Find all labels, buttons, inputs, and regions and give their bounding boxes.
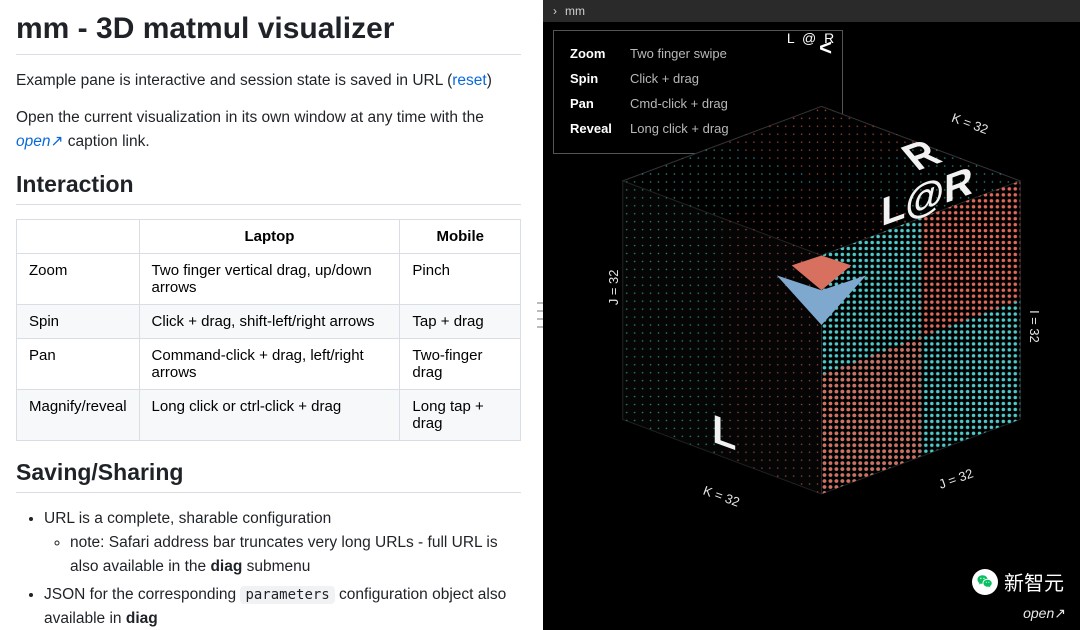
list-item: JSON for the corresponding parameters co… <box>44 583 521 630</box>
visualizer-pane[interactable]: › mm L @ R < ZoomTwo finger swipe SpinCl… <box>543 0 1080 630</box>
doc-pane: mm - 3D matmul visualizer Example pane i… <box>0 0 537 630</box>
watermark: 新智元 <box>972 567 1064 596</box>
table-head-mobile: Mobile <box>400 219 521 253</box>
external-arrow-icon: ↗ <box>1054 605 1066 621</box>
reset-link[interactable]: reset <box>452 72 486 89</box>
table-row: Spin Click + drag, shift-left/right arro… <box>17 304 521 338</box>
list-item: note: Safari address bar truncates very … <box>70 531 521 579</box>
saving-list: URL is a complete, sharable configuratio… <box>16 507 521 630</box>
wechat-icon <box>972 569 998 595</box>
page-title: mm - 3D matmul visualizer <box>16 12 521 55</box>
table-head-laptop: Laptop <box>139 219 400 253</box>
dim-label: I = 32 <box>1027 310 1042 343</box>
section-saving: Saving/Sharing <box>16 459 521 493</box>
section-interaction: Interaction <box>16 171 521 205</box>
dim-label: K = 32 <box>701 483 742 510</box>
table-head-blank <box>17 219 140 253</box>
interaction-table: Laptop Mobile Zoom Two finger vertical d… <box>16 219 521 441</box>
external-arrow-icon: ↗ <box>50 133 63 150</box>
dim-label: K = 32 <box>950 110 991 137</box>
hud-collapse-icon[interactable]: < <box>819 35 832 61</box>
table-row: Pan Command-click + drag, left/right arr… <box>17 338 521 389</box>
cube-visualization[interactable]: R L L@R K = 32 J = 32 K = 32 <box>583 60 1060 590</box>
dim-label: J = 32 <box>937 466 976 492</box>
breadcrumb-item[interactable]: mm <box>565 4 585 18</box>
open-link[interactable]: open↗ <box>16 133 63 150</box>
open-link-right[interactable]: open↗ <box>1023 605 1066 622</box>
chevron-right-icon: › <box>553 4 557 18</box>
intro-line-1: Example pane is interactive and session … <box>16 69 521 92</box>
table-row: Magnify/reveal Long click or ctrl-click … <box>17 389 521 440</box>
face-label-l: L <box>712 406 736 459</box>
list-item: URL is a complete, sharable configuratio… <box>44 507 521 579</box>
intro-line-2: Open the current visualization in its ow… <box>16 106 521 153</box>
code-parameters: parameters <box>240 586 334 604</box>
breadcrumb: › mm <box>543 0 1080 22</box>
watermark-text: 新智元 <box>1004 567 1064 596</box>
table-row: Zoom Two finger vertical drag, up/down a… <box>17 253 521 304</box>
dim-label: J = 32 <box>606 270 621 306</box>
